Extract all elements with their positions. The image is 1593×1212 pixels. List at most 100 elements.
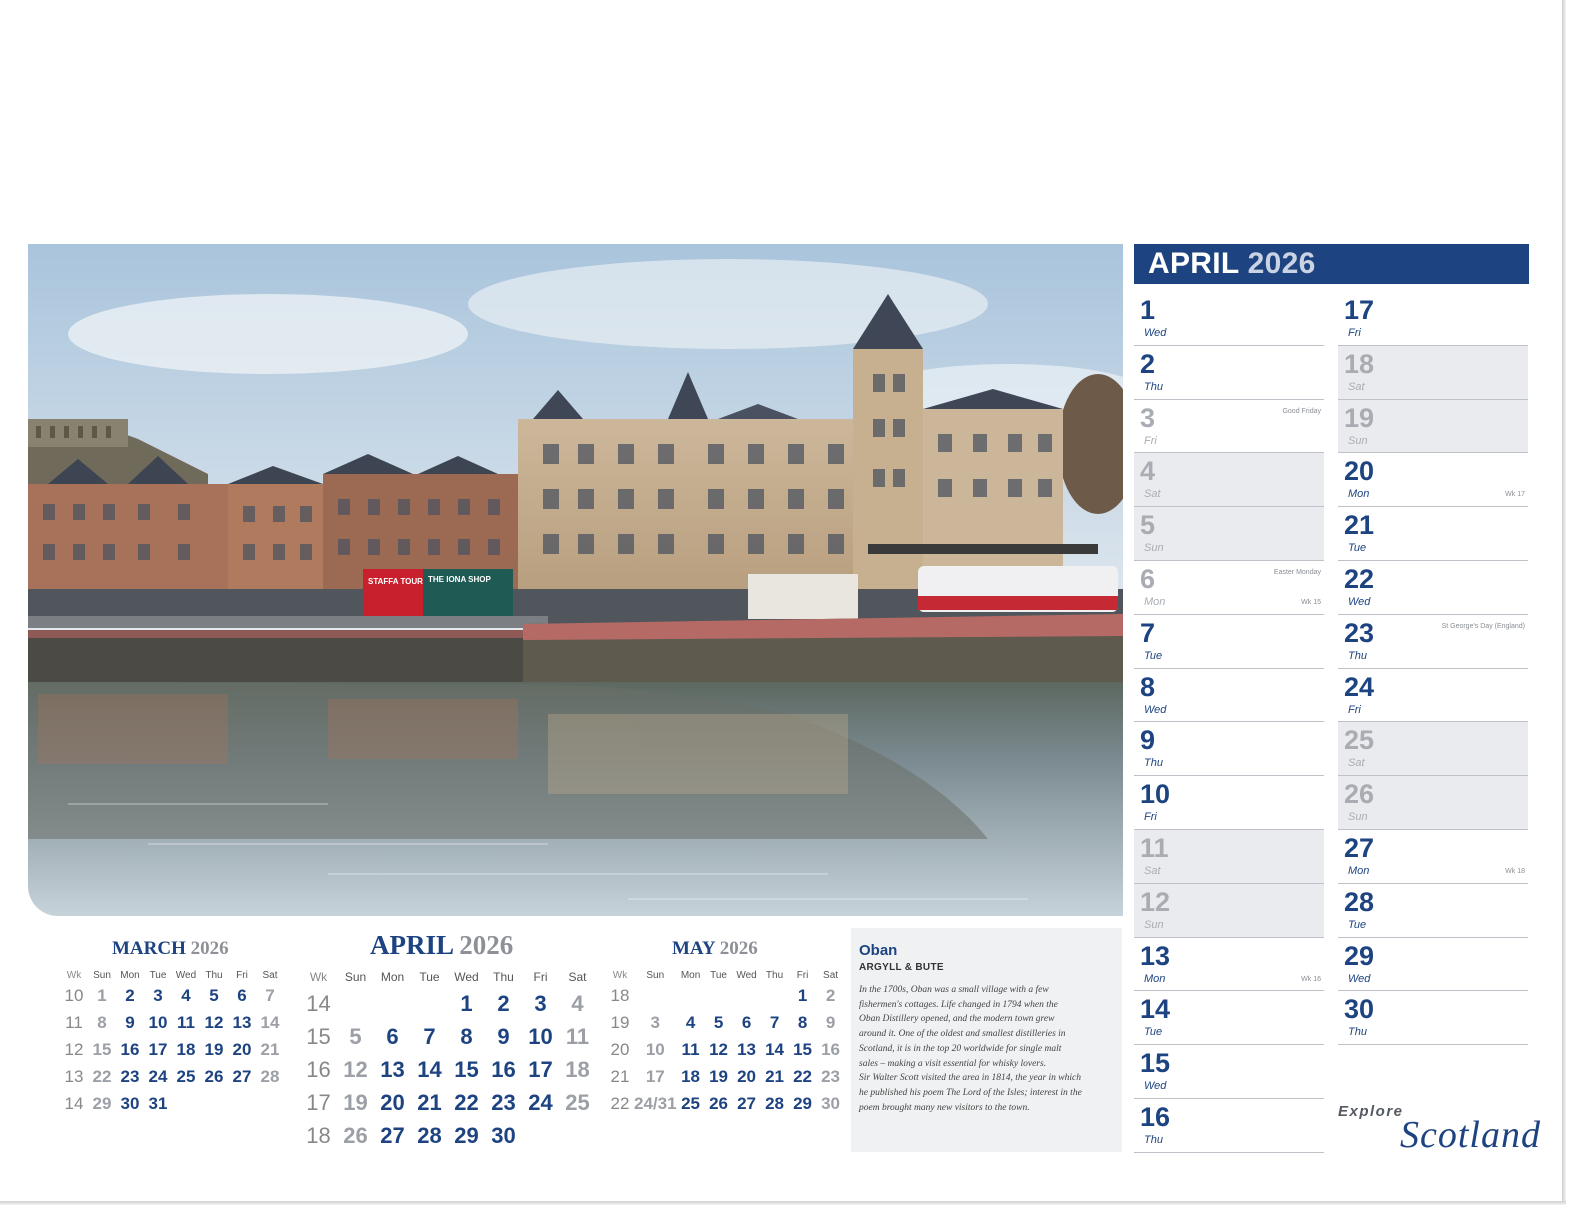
week-number: 18 <box>306 1122 331 1148</box>
day-name: Fri <box>1144 434 1157 447</box>
weekday-header: Mon <box>120 969 140 981</box>
day-name: Sun <box>1144 918 1164 931</box>
date-cell: 23 <box>821 1066 840 1086</box>
description-line: sales – making a visit essential for whi… <box>859 1058 1047 1069</box>
date-cell: 13 <box>737 1039 756 1059</box>
day-cell: 5 Sun <box>1134 507 1324 561</box>
date-cell: 6 <box>237 985 247 1005</box>
day-name: Sat <box>1144 488 1161 501</box>
date-cell <box>705 982 733 1009</box>
date-cell: 20 <box>737 1066 756 1086</box>
logo-scotland: Scotland <box>1400 1114 1541 1156</box>
date-cell: 29 <box>454 1122 479 1148</box>
page-edge-bottom <box>0 1201 1566 1205</box>
date-cell <box>677 982 705 1009</box>
mini-calendar-month: MAY <box>672 938 715 959</box>
week-number: Wk 17 <box>1505 491 1525 499</box>
date-cell: 10 <box>528 1023 553 1049</box>
date-cell: 23 <box>491 1089 516 1115</box>
date-cell: 18 <box>565 1056 590 1082</box>
description-line: Scotland, it is in the top 20 worldwide … <box>859 1043 1062 1054</box>
date-cell: 16 <box>491 1056 516 1082</box>
day-number: 24 <box>1344 671 1375 702</box>
day-name: Thu <box>1348 649 1367 662</box>
date-cell: 4 <box>571 990 584 1016</box>
mini-calendar-title: MARCH 2026 <box>112 938 284 960</box>
day-number: 29 <box>1344 940 1375 971</box>
day-name: Sat <box>1348 380 1365 393</box>
mini-calendar-march: MARCH 2026 Wk Sun Mon Tue Wed Thu Fri Sat 10 1 2 3 4 5… <box>60 938 284 1117</box>
mini-calendar-title: MAY 2026 <box>672 938 845 960</box>
day-name: Mon <box>1144 972 1166 985</box>
weekday-header: Thu <box>765 969 784 981</box>
date-cell <box>761 982 789 1009</box>
description-line: around it. One of the oldest and smalles… <box>859 1029 1066 1040</box>
mini-calendar-year: 2026 <box>190 938 229 959</box>
day-cell: 2 Thu <box>1134 346 1324 400</box>
date-cell <box>634 982 677 1009</box>
mini-calendar-week-row: 18 26 27 28 29 30 <box>300 1119 596 1152</box>
date-cell: 19 <box>709 1066 728 1086</box>
weekday-header: Wk <box>66 969 82 981</box>
week-number: 14 <box>306 990 331 1016</box>
day-cell: 11 Sat <box>1134 829 1324 884</box>
mini-calendar-may: MAY 2026 Wk Sun Mon Tue Wed Thu Fri Sat 18 1 2 19 3 4 5… <box>606 938 845 1117</box>
day-name: Sat <box>1144 864 1161 877</box>
weekday-header: Mon <box>680 969 701 981</box>
date-cell: 5 <box>209 985 219 1005</box>
day-name: Wed <box>1348 972 1371 985</box>
day-number: 9 <box>1140 725 1156 756</box>
date-cell: 31 <box>148 1093 168 1113</box>
weekday-header: Sun <box>344 970 367 984</box>
description-line: poem brought many new visitors to the to… <box>859 1102 1030 1113</box>
day-cell: 29 Wed <box>1338 938 1528 992</box>
weekday-header: Wed <box>736 969 757 981</box>
date-cell: 26 <box>343 1122 368 1148</box>
date-cell: 13 <box>232 1012 252 1032</box>
date-cell: 24/31 <box>634 1093 677 1113</box>
day-name: Thu <box>1144 1133 1163 1146</box>
day-name: Tue <box>1144 649 1163 662</box>
date-cell: 22 <box>793 1066 812 1086</box>
weekday-header: Thu <box>493 970 514 984</box>
mini-calendar-grid: Wk Sun Mon Tue Wed Thu Fri Sat 18 1 2 19 3 4 5 6 7 8 9 20 10… <box>606 968 845 1117</box>
date-cell: 9 <box>125 1012 135 1032</box>
description-line: fishermen's cottages. Life changed in 17… <box>859 999 1058 1010</box>
day-cell: 18 Sat <box>1338 345 1528 400</box>
week-number: 17 <box>306 1089 331 1115</box>
day-number: 22 <box>1344 563 1375 594</box>
date-cell: 15 <box>92 1039 112 1059</box>
date-cell <box>228 1090 256 1117</box>
month-header-year: 2026 <box>1247 247 1316 280</box>
day-number: 28 <box>1344 886 1375 917</box>
day-number: 26 <box>1344 779 1375 810</box>
date-cell <box>172 1090 200 1117</box>
mini-calendar-title: APRIL 2026 <box>370 930 596 961</box>
date-cell: 4 <box>181 985 191 1005</box>
day-name: Mon <box>1348 488 1370 501</box>
mini-calendar-header-row: Wk Sun Mon Tue Wed Thu Fri Sat <box>60 968 284 982</box>
weekday-header: Wed <box>175 969 197 981</box>
day-name: Thu <box>1144 757 1163 770</box>
mini-calendar-year: 2026 <box>719 938 758 959</box>
day-cell: 28 Tue <box>1338 884 1528 938</box>
mini-calendar-header-row: Wk Sun Mon Tue Wed Thu Fri Sat <box>606 968 845 982</box>
date-cell: 30 <box>821 1093 840 1113</box>
day-number: 4 <box>1140 456 1156 487</box>
date-cell: 6 <box>386 1023 399 1049</box>
date-cell: 20 <box>380 1089 405 1115</box>
mini-calendar-week-row: 18 1 2 <box>606 982 845 1009</box>
day-name: Thu <box>1144 380 1163 393</box>
day-cell: 14 Tue <box>1134 991 1324 1046</box>
logo-explore: Explore <box>1338 1103 1404 1120</box>
day-name: Mon <box>1144 595 1166 608</box>
day-holiday-note: Good Friday <box>1282 407 1321 415</box>
mini-calendar-week-row: 14 1 2 3 4 <box>300 987 596 1020</box>
date-cell: 28 <box>260 1066 280 1086</box>
oban-photo: STAFFA TOURS THE IONA SHOP <box>28 244 1123 916</box>
date-cell: 10 <box>148 1012 168 1032</box>
date-cell <box>522 1119 559 1152</box>
week-number: Wk 18 <box>1505 867 1525 875</box>
date-cell: 12 <box>709 1039 728 1059</box>
date-cell: 14 <box>417 1056 442 1082</box>
